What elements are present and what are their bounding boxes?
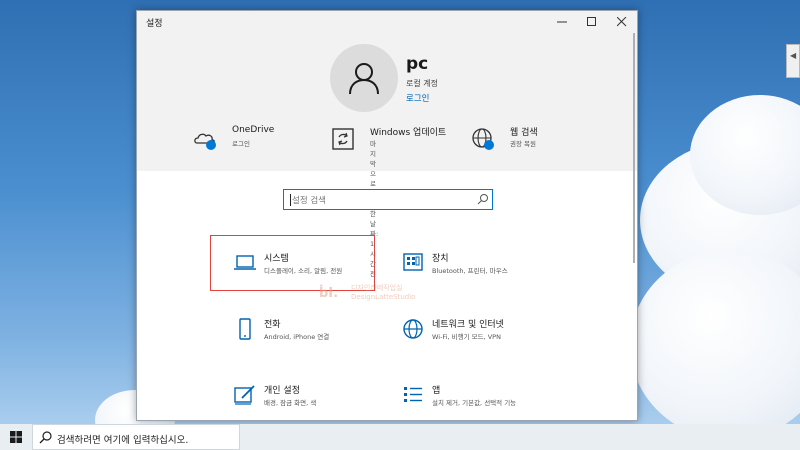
category-description: 설치 제거, 기본값, 선택적 기능: [432, 399, 517, 407]
watermark-line1: 디자인라떼작업실: [351, 284, 403, 292]
web-search-status: 권장 복원: [510, 140, 536, 148]
category-description: 디스플레이, 소리, 알림, 전원: [264, 267, 343, 275]
globe-icon: [403, 319, 423, 339]
category-description: Bluetooth, 프린터, 마우스: [432, 267, 508, 275]
close-icon: [617, 17, 627, 27]
user-name: pc: [406, 54, 429, 74]
watermark-logo: ḃI.: [319, 286, 339, 301]
category-title: 전화: [264, 320, 281, 330]
search-icon: [39, 431, 52, 444]
side-collapse-tab[interactable]: ◀: [786, 44, 800, 78]
category-title: 시스템: [264, 254, 289, 264]
apps-list-icon: [404, 387, 422, 402]
watermark-line2: DesignLatteStudio: [351, 293, 416, 301]
start-button[interactable]: [0, 424, 32, 450]
taskbar: 검색하려면 여기에 입력하십시오.: [0, 424, 800, 450]
windows-update-icon: [332, 128, 354, 150]
title-bar[interactable]: 설정: [137, 11, 637, 33]
onedrive-title: OneDrive: [232, 125, 275, 135]
avatar: [330, 44, 398, 112]
search-icon[interactable]: [477, 193, 489, 205]
settings-window: 설정 pc 로컬 계정 로그인 OneDrive 로그인 Windows 업데이…: [136, 10, 638, 421]
search-placeholder: 설정 검색: [292, 196, 326, 206]
taskbar-search-box[interactable]: 검색하려면 여기에 입력하십시오.: [32, 424, 240, 450]
windows-update-title: Windows 업데이트: [370, 128, 447, 138]
personalization-icon: [234, 385, 255, 405]
category-description: Wi-Fi, 비행기 모드, VPN: [432, 333, 501, 341]
category-description: Android, iPhone 연결: [264, 333, 330, 341]
minimize-icon: [557, 21, 567, 23]
category-description: 배경, 잠금 화면, 색: [264, 399, 317, 407]
windows-logo-icon: [10, 431, 22, 443]
taskbar-search-placeholder: 검색하려면 여기에 입력하십시오.: [57, 435, 189, 446]
close-button[interactable]: [607, 11, 637, 33]
minimize-button[interactable]: [547, 11, 577, 33]
keyboard-icon: [403, 253, 423, 271]
text-caret: [290, 194, 291, 206]
sign-in-link[interactable]: 로그인: [406, 92, 429, 104]
category-title: 네트워크 및 인터넷: [432, 320, 504, 330]
category-title: 장치: [432, 254, 449, 264]
onedrive-status: 로그인: [232, 140, 250, 148]
globe-icon: [472, 128, 494, 150]
laptop-icon: [234, 255, 256, 270]
chevron-left-icon: ◀: [790, 51, 797, 60]
account-header: pc 로컬 계정 로그인 OneDrive 로그인 Windows 업데이트 마…: [137, 33, 637, 278]
scrollbar-thumb[interactable]: [633, 33, 635, 263]
onedrive-cloud-icon: [194, 133, 216, 150]
vertical-scrollbar[interactable]: [632, 33, 636, 263]
web-search-title: 웹 검색: [510, 128, 538, 138]
user-icon: [349, 63, 379, 95]
window-title: 설정: [146, 19, 163, 29]
category-title: 앱: [432, 386, 441, 396]
watermark: ḃI. 디자인라떼작업실 DesignLatteStudio: [319, 283, 429, 307]
maximize-button[interactable]: [577, 11, 607, 33]
account-type: 로컬 계정: [406, 79, 438, 88]
category-title: 개인 설정: [264, 386, 300, 396]
phone-icon: [239, 318, 251, 340]
maximize-icon: [587, 17, 596, 26]
wallpaper-cloud: [630, 250, 800, 424]
settings-search-input[interactable]: 설정 검색: [283, 189, 493, 210]
